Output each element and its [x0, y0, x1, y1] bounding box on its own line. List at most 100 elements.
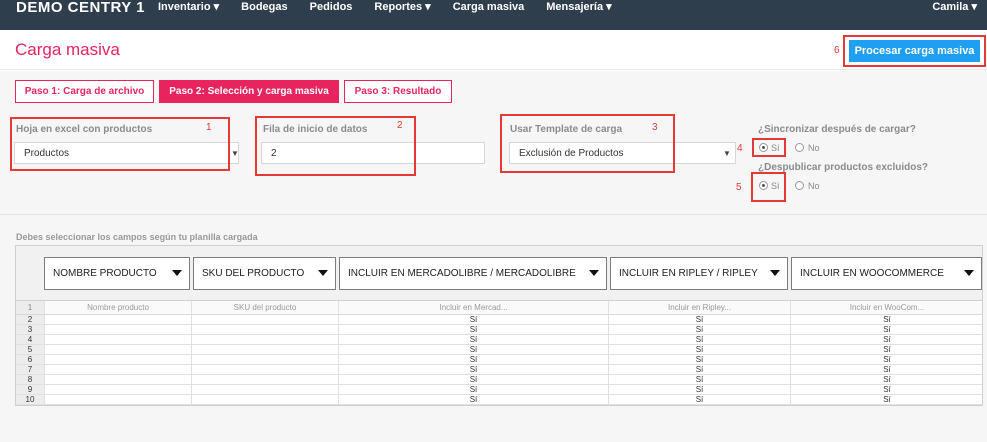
- table-cell[interactable]: Sí: [338, 345, 608, 354]
- table-cell[interactable]: [191, 375, 338, 384]
- table-row: 4 Sí Sí Sí: [16, 335, 982, 345]
- table-cell[interactable]: Sí: [338, 335, 608, 344]
- table-cell[interactable]: Sí: [790, 365, 983, 374]
- mapping-header-row: NOMBRE PRODUCTO SKU DEL PRODUCTO INCLUIR…: [16, 246, 982, 301]
- table-cell[interactable]: [44, 395, 191, 404]
- annotation-box-3: [500, 114, 675, 173]
- table-cell[interactable]: Sí: [338, 365, 608, 374]
- table-cell[interactable]: [44, 355, 191, 364]
- user-menu[interactable]: Camila ▾: [932, 1, 977, 13]
- table-cell[interactable]: Sí: [790, 325, 983, 334]
- mapping-select-1-value: NOMBRE PRODUCTO: [53, 268, 157, 279]
- table-cell[interactable]: [191, 395, 338, 404]
- table-cell[interactable]: Sí: [608, 315, 790, 324]
- mapping-select-3[interactable]: INCLUIR EN MERCADOLIBRE / MERCADOLIBRE: [339, 257, 607, 290]
- table-cell[interactable]: Sí: [338, 325, 608, 334]
- table-cell[interactable]: [44, 335, 191, 344]
- table-cell: Incluir en Mercad...: [338, 301, 608, 314]
- table-cell[interactable]: Sí: [608, 335, 790, 344]
- mapping-select-2-value: SKU DEL PRODUCTO: [202, 268, 305, 279]
- table-cell[interactable]: [191, 335, 338, 344]
- mapping-3-chevron-down-icon: [589, 270, 599, 276]
- table-row: 1 Nombre producto SKU del producto Inclu…: [16, 301, 982, 315]
- row-number: 9: [16, 385, 44, 394]
- mapping-1-chevron-down-icon: [172, 270, 182, 276]
- page-title: Carga masiva: [15, 40, 120, 59]
- nav-inventario[interactable]: Inventario ▾: [158, 1, 219, 13]
- table-cell[interactable]: [191, 315, 338, 324]
- table-cell[interactable]: [191, 355, 338, 364]
- table-cell[interactable]: Sí: [790, 315, 983, 324]
- row-number: 1: [16, 301, 44, 314]
- mapping-select-4[interactable]: INCLUIR EN RIPLEY / RIPLEY: [610, 257, 788, 290]
- unpublish-no-label: No: [808, 181, 820, 191]
- main-nav: Inventario ▾ Bodegas Pedidos Reportes ▾ …: [158, 1, 612, 13]
- unpublish-no-radio[interactable]: [795, 181, 804, 190]
- table-cell[interactable]: Sí: [338, 355, 608, 364]
- tab-step-1[interactable]: Paso 1: Carga de archivo: [15, 80, 154, 103]
- table-cell[interactable]: Sí: [790, 395, 983, 404]
- nav-mensajeria[interactable]: Mensajería ▾: [546, 1, 611, 13]
- section-divider: [0, 214, 987, 215]
- table-cell[interactable]: Sí: [790, 355, 983, 364]
- table-cell[interactable]: Sí: [790, 345, 983, 354]
- table-cell[interactable]: Sí: [338, 385, 608, 394]
- annotation-box-4: [752, 138, 786, 157]
- table-cell: SKU del producto: [191, 301, 338, 314]
- table-cell[interactable]: [44, 365, 191, 374]
- mapping-instructions: Debes seleccionar los campos según tu pl…: [16, 232, 258, 242]
- sheet-chevron-down-icon: ▼: [231, 149, 239, 158]
- table-cell[interactable]: Sí: [790, 335, 983, 344]
- row-number: 3: [16, 325, 44, 334]
- table-cell[interactable]: Sí: [790, 375, 983, 384]
- table-row: 7 Sí Sí Sí: [16, 365, 982, 375]
- mapping-select-1[interactable]: NOMBRE PRODUCTO: [44, 257, 190, 290]
- table-cell[interactable]: Sí: [608, 385, 790, 394]
- annotation-6: 6: [834, 45, 840, 56]
- table-cell[interactable]: [191, 325, 338, 334]
- nav-pedidos[interactable]: Pedidos: [310, 1, 353, 13]
- mapping-select-5[interactable]: INCLUIR EN WOOCOMMERCE: [791, 257, 982, 290]
- table-cell[interactable]: Sí: [608, 375, 790, 384]
- annotation-box-5: [751, 172, 786, 202]
- mapping-table: NOMBRE PRODUCTO SKU DEL PRODUCTO INCLUIR…: [15, 245, 983, 406]
- table-row: 2 Sí Sí Sí: [16, 315, 982, 325]
- table-cell[interactable]: Sí: [608, 395, 790, 404]
- process-bulk-upload-button[interactable]: Procesar carga masiva: [849, 40, 980, 62]
- table-row: 5 Sí Sí Sí: [16, 345, 982, 355]
- tab-step-3[interactable]: Paso 3: Resultado: [344, 80, 452, 103]
- table-cell[interactable]: [44, 385, 191, 394]
- table-cell[interactable]: Sí: [608, 365, 790, 374]
- table-cell[interactable]: [44, 325, 191, 334]
- table-cell[interactable]: [191, 385, 338, 394]
- sync-no-radio[interactable]: [795, 143, 804, 152]
- brand-logo[interactable]: DEMO CENTRY 1: [16, 0, 145, 16]
- table-cell[interactable]: [44, 375, 191, 384]
- tab-step-2[interactable]: Paso 2: Selección y carga masiva: [159, 80, 339, 103]
- table-cell[interactable]: Sí: [608, 325, 790, 334]
- table-cell: Incluir en Ripley...: [608, 301, 790, 314]
- annotation-5: 5: [736, 182, 742, 193]
- table-cell[interactable]: [191, 345, 338, 354]
- table-row: 3 Sí Sí Sí: [16, 325, 982, 335]
- table-cell: Nombre producto: [44, 301, 191, 314]
- table-cell[interactable]: Sí: [608, 355, 790, 364]
- mapping-4-chevron-down-icon: [770, 270, 780, 276]
- table-row: 8 Sí Sí Sí: [16, 375, 982, 385]
- nav-bodegas[interactable]: Bodegas: [241, 1, 287, 13]
- nav-carga-masiva[interactable]: Carga masiva: [453, 1, 525, 13]
- table-cell[interactable]: [191, 365, 338, 374]
- template-chevron-down-icon: ▼: [723, 149, 731, 158]
- nav-reportes[interactable]: Reportes ▾: [374, 1, 430, 13]
- table-cell[interactable]: Sí: [338, 315, 608, 324]
- table-cell[interactable]: Sí: [608, 345, 790, 354]
- sync-no-label: No: [808, 143, 820, 153]
- table-cell[interactable]: Sí: [338, 375, 608, 384]
- table-cell[interactable]: Sí: [790, 385, 983, 394]
- row-number: 2: [16, 315, 44, 324]
- table-cell[interactable]: [44, 315, 191, 324]
- mapping-select-4-value: INCLUIR EN RIPLEY / RIPLEY: [619, 268, 758, 279]
- table-cell[interactable]: Sí: [338, 395, 608, 404]
- mapping-select-2[interactable]: SKU DEL PRODUCTO: [193, 257, 336, 290]
- table-cell[interactable]: [44, 345, 191, 354]
